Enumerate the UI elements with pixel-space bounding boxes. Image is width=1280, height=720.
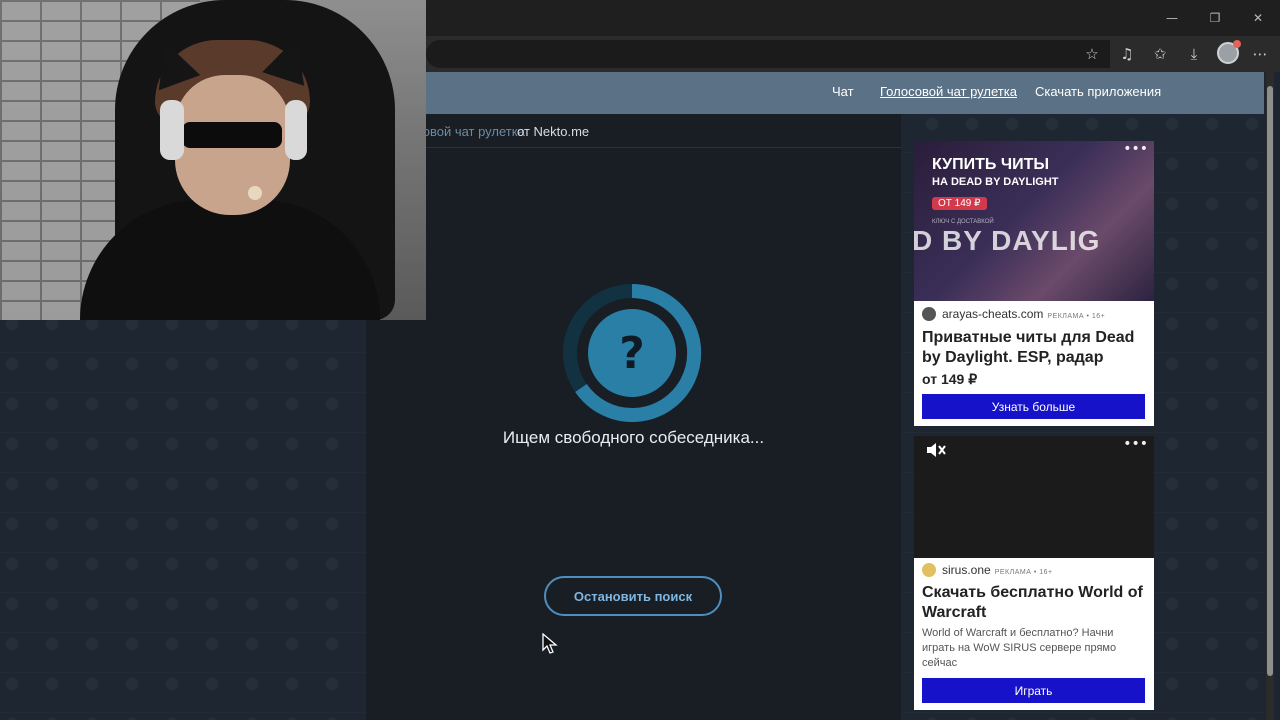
ad-title[interactable]: Приватные читы для Dead by Daylight. ESP…: [922, 328, 1148, 368]
ad-video[interactable]: •••: [914, 436, 1154, 558]
question-mark-icon: ?: [619, 328, 645, 379]
ad-price: от 149 ₽: [922, 371, 978, 387]
ad-source-domain[interactable]: arayas-cheats.com: [942, 307, 1043, 321]
minimize-button[interactable]: —: [1157, 6, 1187, 30]
search-spinner: ?: [563, 283, 702, 422]
ad-source-icon: [922, 563, 936, 577]
ad-banner-logo-text: D BY DAYLIG: [914, 225, 1101, 256]
ad-more-icon[interactable]: •••: [1123, 436, 1148, 452]
ad-card-sirus[interactable]: ••• sirus.one РЕКЛАМА • 16+ Скачать беспл…: [914, 436, 1154, 710]
headset-right: [285, 100, 307, 160]
search-status: Ищем свободного собеседника...: [502, 428, 765, 447]
ad-banner-image[interactable]: КУПИТЬ ЧИТЫ НА DEAD BY DAYLIGHT ОТ 149 ₽…: [914, 141, 1154, 301]
headset-left: [160, 100, 184, 160]
ad-source: arayas-cheats.com РЕКЛАМА • 16+: [922, 307, 1152, 321]
ad-banner-price: ОТ 149 ₽: [932, 197, 987, 210]
webcam-overlay: [0, 0, 426, 320]
main-panel: Голосовой чат рулетка от Nekto.me ? Ищем…: [366, 114, 901, 720]
ad-source: sirus.one РЕКЛАМА • 16+: [922, 563, 1152, 577]
breadcrumb-suffix: от Nekto.me: [517, 124, 590, 139]
headset-mic: [248, 186, 262, 200]
page-scrollbar-thumb[interactable]: [1267, 86, 1273, 676]
nav-voice-roulette[interactable]: Голосовой чат рулетка: [880, 84, 1017, 99]
profile-avatar[interactable]: [1217, 40, 1241, 64]
ad-label: РЕКЛАМА • 16+: [994, 569, 1053, 576]
breadcrumb: Голосовой чат рулетка от Nekto.me: [366, 114, 901, 148]
ad-source-domain[interactable]: sirus.one: [942, 563, 991, 577]
more-icon[interactable]: ⋯: [1248, 42, 1272, 66]
address-bar[interactable]: [426, 40, 1110, 68]
nav-download-apps[interactable]: Скачать приложения: [1035, 84, 1161, 99]
ad-description: World of Warcraft и бесплатно? Начни игр…: [922, 627, 1117, 669]
download-icon[interactable]: ⤓: [1182, 42, 1206, 66]
ad-more-icon[interactable]: •••: [1123, 141, 1148, 157]
ad-title[interactable]: Скачать бесплатно World of Warcraft: [922, 583, 1148, 623]
stop-search-button[interactable]: Остановить поиск: [544, 576, 722, 616]
music-note-icon[interactable]: ♫: [1115, 42, 1139, 66]
favorites-icon[interactable]: ✩: [1148, 42, 1172, 66]
star-icon[interactable]: ☆: [1080, 42, 1104, 66]
nav-chat[interactable]: Чат: [832, 84, 854, 99]
restore-button[interactable]: ❐: [1200, 6, 1230, 30]
sunglasses: [182, 122, 282, 148]
mute-icon[interactable]: [926, 442, 946, 458]
ad-banner-subtitle: НА DEAD BY DAYLIGHT: [932, 176, 1059, 188]
mouse-cursor-icon: [542, 633, 558, 654]
ad-banner-title: КУПИТЬ ЧИТЫ: [932, 156, 1050, 173]
ad-label: РЕКЛАМА • 16+: [1047, 313, 1106, 320]
ad-play-button[interactable]: Играть: [922, 678, 1145, 703]
close-button[interactable]: ✕: [1243, 6, 1273, 30]
ad-learn-more-button[interactable]: Узнать больше: [922, 394, 1145, 419]
ad-card-cheats[interactable]: КУПИТЬ ЧИТЫ НА DEAD BY DAYLIGHT ОТ 149 ₽…: [914, 141, 1154, 426]
ad-source-icon: [922, 307, 936, 321]
